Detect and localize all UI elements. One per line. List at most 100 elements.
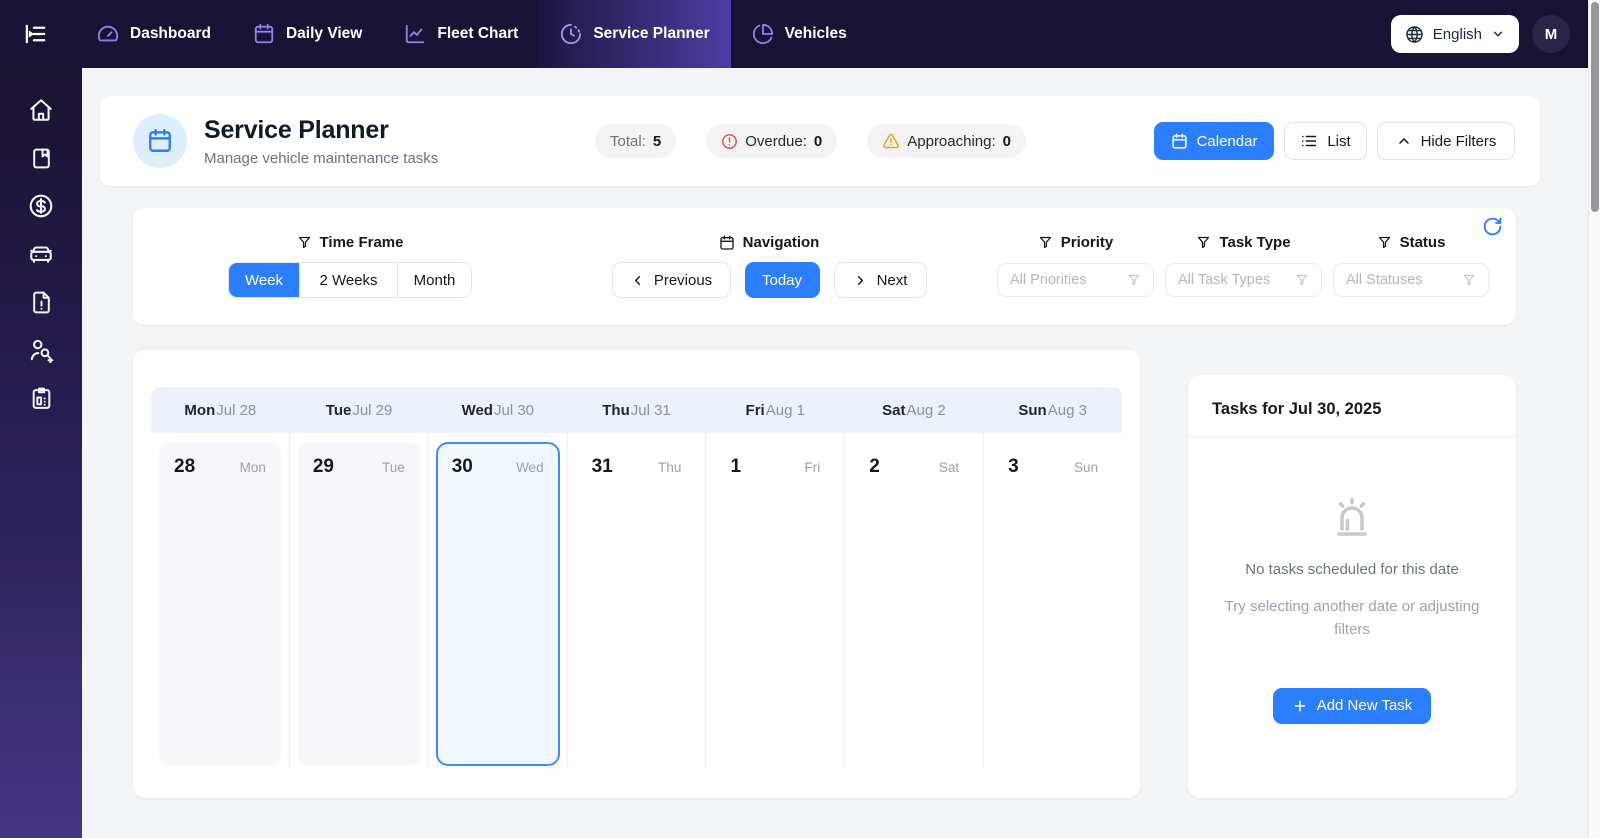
funnel-icon [1295,273,1309,287]
sidebar-item-finance[interactable] [17,182,65,230]
today-button[interactable]: Today [744,262,820,298]
calendar-body: 28 Mon 29 Tue 30 Wed 31 Thu 1 Fri 2 Sat … [151,433,1122,768]
filter-group-label: Status [1399,234,1446,251]
day-cell[interactable]: 3 Sun [984,433,1122,478]
clock-fading-icon [560,23,582,45]
day-date: Aug 3 [1047,401,1087,419]
empty-state-title: No tasks scheduled for this date [1245,561,1459,578]
calendar-card: Mon Jul 28 Tue Jul 29 Wed Jul 30 Thu Jul 31 … [133,350,1140,798]
calendar-header-day: Wed Jul 30 [428,387,567,433]
day-number: 29 [312,456,334,477]
sidebar-item-home[interactable] [17,86,65,134]
page-subtitle: Manage vehicle maintenance tasks [204,149,439,167]
calendar-header-day: Mon Jul 28 [151,387,290,433]
calendar-icon [1171,133,1188,150]
pie-chart-icon [752,23,774,45]
nav-tab-label: Dashboard [130,25,211,42]
calendar-header-day: Sat Aug 2 [845,387,984,433]
status-filter-group: Status All Statuses [1333,234,1489,297]
day-name: Sat [882,401,906,419]
tasks-empty-state: No tasks scheduled for this date Try sel… [1188,437,1516,724]
task-type-dropdown[interactable]: All Task Types [1165,263,1322,297]
stat-total-badge: Total: 5 [595,124,677,158]
stat-value: 5 [652,132,662,150]
dropdown-placeholder: All Priorities [1010,272,1087,288]
day-date: Aug 1 [765,401,805,419]
priority-dropdown[interactable]: All Priorities [997,263,1154,297]
time-frame-option-week[interactable]: Week [229,263,299,297]
bookmark-icon [29,146,54,171]
selected-day-cell[interactable]: 30 Wed [435,442,560,766]
time-frame-option-2-weeks[interactable]: 2 Weeks [299,263,398,297]
sidebar-item-reports[interactable] [17,278,65,326]
funnel-icon [1038,235,1053,250]
day-number: 1 [730,456,742,477]
nav-tabs: Dashboard Daily View Fleet Chart Service… [76,0,868,68]
sidebar-item-customers[interactable] [17,326,65,374]
top-navbar: Dashboard Daily View Fleet Chart Service… [0,0,1600,68]
day-cell[interactable]: 1 Fri [706,433,844,478]
add-new-task-button[interactable]: Add New Task [1272,687,1432,724]
day-date: Jul 30 [493,401,535,419]
calendar-day-column-mon[interactable]: 28 Mon [151,433,290,768]
status-dropdown[interactable]: All Statuses [1333,263,1489,297]
language-label: English [1432,25,1482,43]
calendar-header-day: Thu Jul 31 [567,387,706,433]
globe-icon [1405,25,1424,44]
day-cell[interactable]: 29 Tue [297,443,420,765]
sidebar-item-bookmarks[interactable] [17,134,65,182]
button-label: Previous [653,271,713,289]
day-date: Jul 31 [630,401,671,419]
day-date: Aug 2 [906,401,946,419]
sidebar-item-equipment[interactable] [17,374,65,422]
tasks-panel-title: Tasks for Jul 30, 2025 [1212,400,1382,418]
next-button[interactable]: Next [833,262,927,298]
calendar-day-column-sat[interactable]: 2 Sat [845,433,985,768]
nav-tab-fleet-chart[interactable]: Fleet Chart [383,0,539,68]
previous-button[interactable]: Previous [611,262,731,298]
language-selector[interactable]: English [1390,15,1519,53]
calendar-day-column-wed-selected[interactable]: 30 Wed [429,433,568,768]
funnel-icon [1196,235,1211,250]
calendar-view-button[interactable]: Calendar [1154,122,1274,160]
day-name: Mon [184,401,216,419]
calendar-day-column-sun[interactable]: 3 Sun [984,433,1122,768]
calendar-icon [253,23,275,45]
nav-tab-daily-view[interactable]: Daily View [232,0,383,68]
scrollbar-thumb[interactable] [1591,2,1599,212]
nav-tab-vehicles[interactable]: Vehicles [731,0,868,68]
warning-triangle-icon [882,132,900,150]
nav-tab-label: Vehicles [784,25,847,42]
filter-group-label: Task Type [1219,234,1291,251]
nav-tab-dashboard[interactable]: Dashboard [76,0,232,68]
day-cell[interactable]: 2 Sat [845,433,983,478]
day-number: 30 [451,456,473,477]
button-label: Next [876,271,908,289]
stat-label: Overdue: [745,132,807,150]
list-icon [1300,132,1318,150]
chevron-up-icon [1396,133,1412,149]
nav-tab-service-planner[interactable]: Service Planner [539,0,731,68]
sidebar-item-vehicles[interactable] [17,230,65,278]
day-abbr: Fri [804,459,821,475]
hide-filters-button[interactable]: Hide Filters [1377,122,1515,160]
sidebar-toggle-button[interactable] [14,0,56,68]
calendar-header-day: Fri Aug 1 [706,387,845,433]
stat-value: 0 [1002,132,1011,150]
day-abbr: Sat [938,459,960,475]
user-avatar[interactable]: M [1532,15,1570,53]
dropdown-placeholder: All Task Types [1178,272,1271,288]
list-view-button[interactable]: List [1284,122,1367,160]
calendar-header-day: Tue Jul 29 [290,387,429,433]
funnel-icon [1377,235,1392,250]
day-cell[interactable]: 31 Thu [568,433,706,478]
calendar-day-column-tue[interactable]: 29 Tue [290,433,429,768]
stat-label: Approaching: [907,132,996,150]
day-cell[interactable]: 28 Mon [159,443,281,765]
empty-state-hint: Try selecting another date or adjusting … [1224,598,1480,639]
calendar-day-column-thu[interactable]: 31 Thu [568,433,707,768]
time-frame-option-month[interactable]: Month [398,263,471,297]
funnel-icon [1462,273,1476,287]
calendar-day-column-fri[interactable]: 1 Fri [706,433,846,768]
filter-group-label: Time Frame [319,234,404,251]
